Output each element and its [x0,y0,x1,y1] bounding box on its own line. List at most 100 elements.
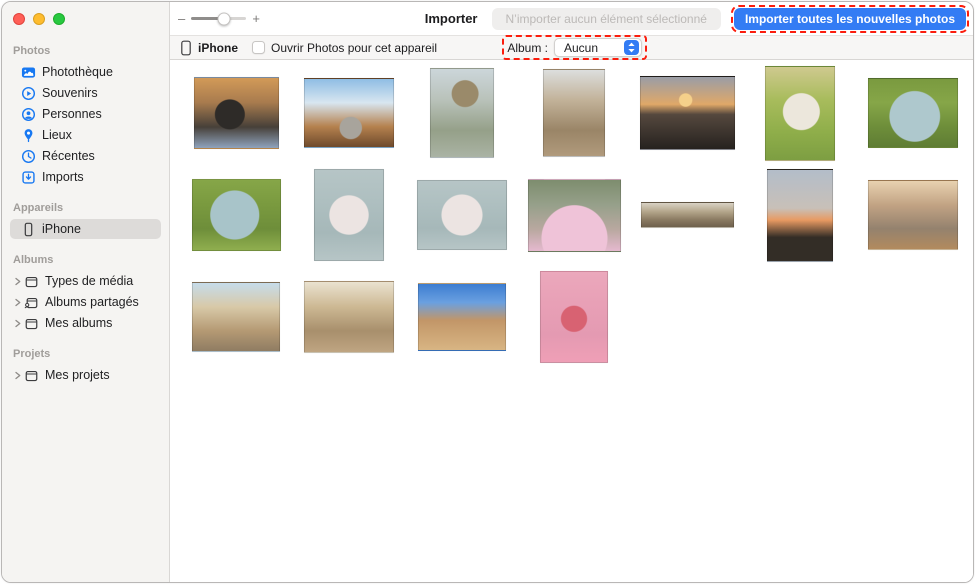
import-photo-area [170,60,973,582]
sidebar: Photos Photothèque Souvenirs Personnes Lieux… [2,2,170,582]
memories-icon [20,85,36,101]
sidebar-item-mes-projets[interactable]: Mes projets [10,365,161,385]
photo-cell [744,164,857,266]
photo-thumbnail-boulder-field[interactable] [192,282,281,352]
photo-cell [856,164,969,266]
places-icon [20,127,36,143]
sidebar-item-label: Mes albums [45,316,113,330]
album-label: Album : [507,40,548,55]
photo-cell [518,266,631,368]
open-photos-checkbox-label[interactable]: Ouvrir Photos pour cet appareil [271,41,437,55]
toolbar: – + Importer N’importer aucun élément sé… [170,2,973,35]
photo-thumbnail-picnic-pastries[interactable] [764,65,835,161]
close-window-button[interactable] [13,13,25,25]
popup-arrows-icon [624,40,639,55]
album-select-value: Aucun [564,40,599,55]
sidebar-item-lieux[interactable]: Lieux [10,125,161,145]
photos-icon [20,64,36,80]
photo-cell [293,164,406,266]
photo-thumbnail-pastries-blue-plate-2[interactable] [191,179,281,251]
sidebar-item-label: Lieux [42,128,72,142]
photo-cell [293,62,406,164]
photo-cell [180,164,293,266]
sidebar-nav: Photos Photothèque Souvenirs Personnes Lieux… [2,45,169,385]
chevron-right-icon[interactable] [11,298,23,307]
zoom-out-icon[interactable]: – [178,11,185,26]
album-icon [23,315,39,331]
photo-cell [180,62,293,164]
annotation-import-all-highlight: Importer toutes les nouvelles photos [730,4,969,33]
photo-thumbnail-hazy-valley[interactable] [304,281,395,353]
main-area: – + Importer N’importer aucun élément sé… [170,2,973,582]
import-all-button[interactable]: Importer toutes les nouvelles photos [733,7,966,30]
zoom-in-icon[interactable]: + [252,11,260,26]
sidebar-item-label: Types de média [45,274,134,288]
chevron-right-icon[interactable] [11,371,23,380]
photo-thumbnail-pink-table-dessert[interactable] [540,271,609,363]
photo-thumbnail-boston-terrier-dog[interactable] [193,77,279,149]
sidebar-item-types-de-media[interactable]: Types de média [10,271,161,291]
people-icon [20,106,36,122]
photo-thumbnail-sunset-rocks[interactable] [867,180,958,250]
photo-cell [518,164,631,266]
open-photos-checkbox[interactable] [252,41,266,54]
photo-thumbnail-rock-arch[interactable] [417,283,506,351]
sidebar-item-recentes[interactable]: Récentes [10,146,161,166]
photo-cell [180,266,293,368]
photo-thumbnail-decorated-cookies-tall[interactable] [314,169,385,261]
photo-cell [856,62,969,164]
device-name: iPhone [198,40,239,55]
zoom-slider-track[interactable] [191,12,247,25]
recents-icon [20,148,36,164]
photo-thumbnail-macaron-stack[interactable] [527,178,621,252]
chevron-right-icon[interactable] [11,277,23,286]
shared-album-icon [23,294,39,310]
zoom-slider-thumb[interactable] [217,12,231,25]
import-selected-button[interactable]: N’importer aucun élément sélectionné [491,7,721,30]
sidebar-item-souvenirs[interactable]: Souvenirs [10,83,161,103]
photo-thumbnail-ocean-sunset[interactable] [639,76,735,150]
album-icon [23,273,39,289]
sidebar-section-header: Photos [13,45,51,57]
sidebar-item-imports[interactable]: Imports [10,167,161,187]
zoom-window-button[interactable] [53,13,65,25]
import-title: Importer [424,11,478,26]
photo-cell [405,164,518,266]
iphone-icon [20,221,36,237]
photo-thumbnail-pastries-blue-plate[interactable] [867,78,958,148]
sidebar-item-phototheque[interactable]: Photothèque [10,62,161,82]
photo-cell [518,62,631,164]
sidebar-section-header: Albums [13,254,54,266]
sidebar-item-label: Photothèque [42,65,113,79]
iphone-icon [180,40,192,56]
sidebar-item-label: iPhone [42,222,81,236]
photo-cell [293,266,406,368]
window-controls [2,2,169,25]
photo-thumbnail-dusk-mountains[interactable] [766,168,833,262]
photo-cell [631,62,744,164]
sidebar-item-albums-partages[interactable]: Albums partagés [10,292,161,312]
photo-thumbnail-mountain-panorama[interactable] [640,202,734,228]
photo-thumbnail-desert-road[interactable] [304,78,395,148]
imports-icon [20,169,36,185]
sidebar-item-label: Récentes [42,149,95,163]
device-bar: iPhone Ouvrir Photos pour cet appareil A… [170,35,973,60]
sidebar-item-iphone[interactable]: iPhone [10,219,161,239]
chevron-right-icon[interactable] [11,319,23,328]
thumbnail-zoom-slider[interactable]: – + [178,11,260,26]
annotation-album-highlight: Album : Aucun [502,35,647,60]
sidebar-item-label: Souvenirs [42,86,98,100]
album-select[interactable]: Aucun [554,38,642,57]
photo-thumbnail-milkweed-plant[interactable] [429,68,494,158]
sidebar-item-mes-albums[interactable]: Mes albums [10,313,161,333]
photo-thumbnail-rocky-cliff[interactable] [543,69,606,157]
sidebar-item-label: Personnes [42,107,102,121]
photo-thumbnail-decorated-cookies-wide[interactable] [416,180,507,250]
album-icon [23,367,39,383]
photos-app-window: Photos Photothèque Souvenirs Personnes Lieux… [1,1,974,583]
minimize-window-button[interactable] [33,13,45,25]
photo-cell [405,266,518,368]
toolbar-import-group: Importer N’importer aucun élément sélect… [424,4,969,33]
sidebar-item-personnes[interactable]: Personnes [10,104,161,124]
photo-cell [405,62,518,164]
